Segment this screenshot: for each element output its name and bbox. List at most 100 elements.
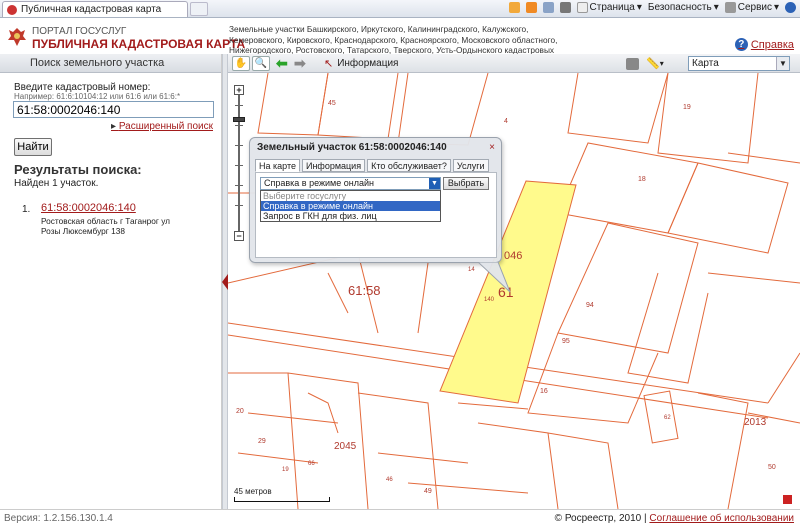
parcel-label: 4 <box>504 118 508 125</box>
tab-information[interactable]: Информация <box>301 159 366 172</box>
chevron-down-icon: ▼ <box>429 178 440 189</box>
question-icon: ? <box>734 38 748 51</box>
printer-icon <box>626 57 639 70</box>
popup-pointer <box>478 262 511 293</box>
results-count: Найден 1 участок. <box>14 178 99 189</box>
magnifier-icon: 🔍 <box>252 56 270 71</box>
popup-title: Земельный участок 61:58:0002046:140 <box>257 142 447 153</box>
zoom-tool[interactable]: 🔍 <box>252 56 270 71</box>
menu-service[interactable]: Сервис ▾ <box>724 2 779 13</box>
parcel-label: 29 <box>258 438 266 445</box>
option-gkn-request[interactable]: Запрос в ГКН для физ. лиц <box>261 211 440 221</box>
service-select[interactable]: Справка в режиме онлайн ▼ <box>260 177 441 190</box>
zoom-out-button[interactable]: − <box>234 231 244 241</box>
copyright: © Росреестр, 2010 | Соглашение об исполь… <box>554 513 794 524</box>
browser-toolbar: Публичная кадастровая карта Страница ▾ Б… <box>0 0 800 18</box>
site-title[interactable]: ПУБЛИЧНАЯ КАДАСТРОВАЯ КАРТА <box>32 37 245 51</box>
ruler-icon: 📏 <box>646 58 660 70</box>
result-number: 1. <box>22 204 31 215</box>
results-title: Результаты поиска: <box>14 162 142 177</box>
browser-tab-title: Публичная кадастровая карта <box>21 4 162 15</box>
new-tab-button[interactable] <box>190 2 208 16</box>
coat-of-arms-logo-icon <box>8 28 26 46</box>
terms-link[interactable]: Соглашение об использовании <box>649 513 794 524</box>
pan-tool[interactable]: ✋ <box>232 56 250 71</box>
cadastral-number-input[interactable] <box>13 101 214 118</box>
advanced-search-link[interactable]: Расширенный поиск <box>111 121 213 132</box>
parcel-popup: Земельный участок 61:58:0002046:140 × На… <box>249 137 502 263</box>
browser-help-icon[interactable] <box>785 2 796 13</box>
tab-on-map[interactable]: На карте <box>255 159 300 172</box>
map-corner-marker-icon[interactable] <box>783 495 792 504</box>
info-cursor-icon: ↖ <box>324 58 334 70</box>
tab-services[interactable]: Услуги <box>452 159 489 172</box>
cadastral-input-example: Например: 61:6:10104:12 или 61:6 или 61:… <box>14 92 181 101</box>
mail-icon[interactable] <box>542 2 554 13</box>
parcel-label: 20 <box>236 408 244 415</box>
arrow-left-icon: ⬅ <box>276 55 288 71</box>
find-button[interactable]: Найти <box>14 138 52 156</box>
arrow-right-icon: ➡ <box>294 55 306 71</box>
site-header: ПОРТАЛ ГОСУСЛУГ ПУБЛИЧНАЯ КАДАСТРОВАЯ КА… <box>0 18 800 66</box>
result-parcel-link[interactable]: 61:58:0002046:140 <box>41 202 136 214</box>
scale-label: 45 метров <box>234 487 272 496</box>
print-map-button[interactable] <box>626 56 639 71</box>
parcel-label: 94 <box>586 302 594 309</box>
hand-icon: ✋ <box>232 56 250 71</box>
search-panel-title: Поиск земельного участка <box>0 54 221 73</box>
service-options-list: Выберите госуслугу Справка в режиме онла… <box>260 190 441 222</box>
block-label: 2045 <box>334 441 357 452</box>
menu-security[interactable]: Безопасность ▾ <box>648 2 719 13</box>
zoom-in-button[interactable]: + <box>234 85 244 95</box>
print-icon[interactable] <box>559 2 571 13</box>
portal-label: ПОРТАЛ ГОСУСЛУГ <box>32 26 127 37</box>
home-icon[interactable] <box>508 2 520 13</box>
zoom-slider-thumb[interactable] <box>233 117 245 122</box>
measure-tool[interactable]: 📏 ▾ <box>646 56 664 71</box>
parcel-label: 046 <box>504 250 522 262</box>
parcel-label: 46 <box>386 477 393 483</box>
zoom-slider[interactable]: + − <box>233 85 245 241</box>
parcel-label: 18 <box>638 176 646 183</box>
option-placeholder[interactable]: Выберите госуслугу <box>261 191 440 201</box>
parcel-label: 19 <box>282 467 289 473</box>
chevron-down-icon: ▼ <box>776 57 789 70</box>
map-type-select[interactable]: Карта ▼ <box>688 56 790 71</box>
parcel-label: 14 <box>468 267 475 273</box>
parcel-label: 140 <box>484 297 495 303</box>
parcel-label: 62 <box>664 415 671 421</box>
tab-who-serves[interactable]: Кто обслуживает? <box>367 159 451 172</box>
site-favicon-icon <box>7 5 17 15</box>
parcel-label: 16 <box>540 388 548 395</box>
gear-icon <box>724 2 736 13</box>
block-label: 2013 <box>744 417 767 428</box>
scale-bar: 45 метров <box>234 487 330 502</box>
parcel-label: 45 <box>328 100 336 107</box>
close-icon[interactable]: × <box>489 142 495 153</box>
result-address: Ростовская область г Таганрог ул Розы Лю… <box>41 216 171 236</box>
back-button[interactable]: ⬅ <box>276 55 288 71</box>
parcel-label: 19 <box>683 104 691 111</box>
parcel-label: 50 <box>768 464 776 471</box>
menu-page[interactable]: Страница ▾ <box>576 2 642 13</box>
block-label: 61:58 <box>348 283 381 298</box>
info-tool[interactable]: ↖ Информация <box>324 56 398 71</box>
forward-button[interactable]: ➡ <box>294 55 306 71</box>
help-link[interactable]: ? Справка <box>734 38 794 51</box>
parcel-label: 66 <box>308 461 315 467</box>
measure-dropdown-icon: ▾ <box>659 59 664 68</box>
page-icon <box>576 2 588 13</box>
map-toolbar: ✋ 🔍 ⬅ ➡ ↖ Информация 📏 ▾ Карта ▼ <box>228 54 800 73</box>
version-text: Версия: 1.2.156.130.1.4 <box>4 513 113 524</box>
browser-tab[interactable]: Публичная кадастровая карта <box>2 1 188 17</box>
popup-tabs: На карте Информация Кто обслуживает? Усл… <box>255 159 489 172</box>
parcel-label: 95 <box>562 338 570 345</box>
page-footer: Версия: 1.2.156.130.1.4 © Росреестр, 201… <box>0 509 800 527</box>
parcel-label: 49 <box>424 488 432 495</box>
search-panel: Поиск земельного участка Введите кадастр… <box>0 54 222 509</box>
info-tool-label: Информация <box>337 58 399 69</box>
rss-feed-icon[interactable] <box>525 2 537 13</box>
choose-button[interactable]: Выбрать <box>443 177 489 190</box>
option-online-reference[interactable]: Справка в режиме онлайн <box>261 201 440 211</box>
popup-body: Справка в режиме онлайн ▼ Выбрать Выбери… <box>255 172 497 258</box>
